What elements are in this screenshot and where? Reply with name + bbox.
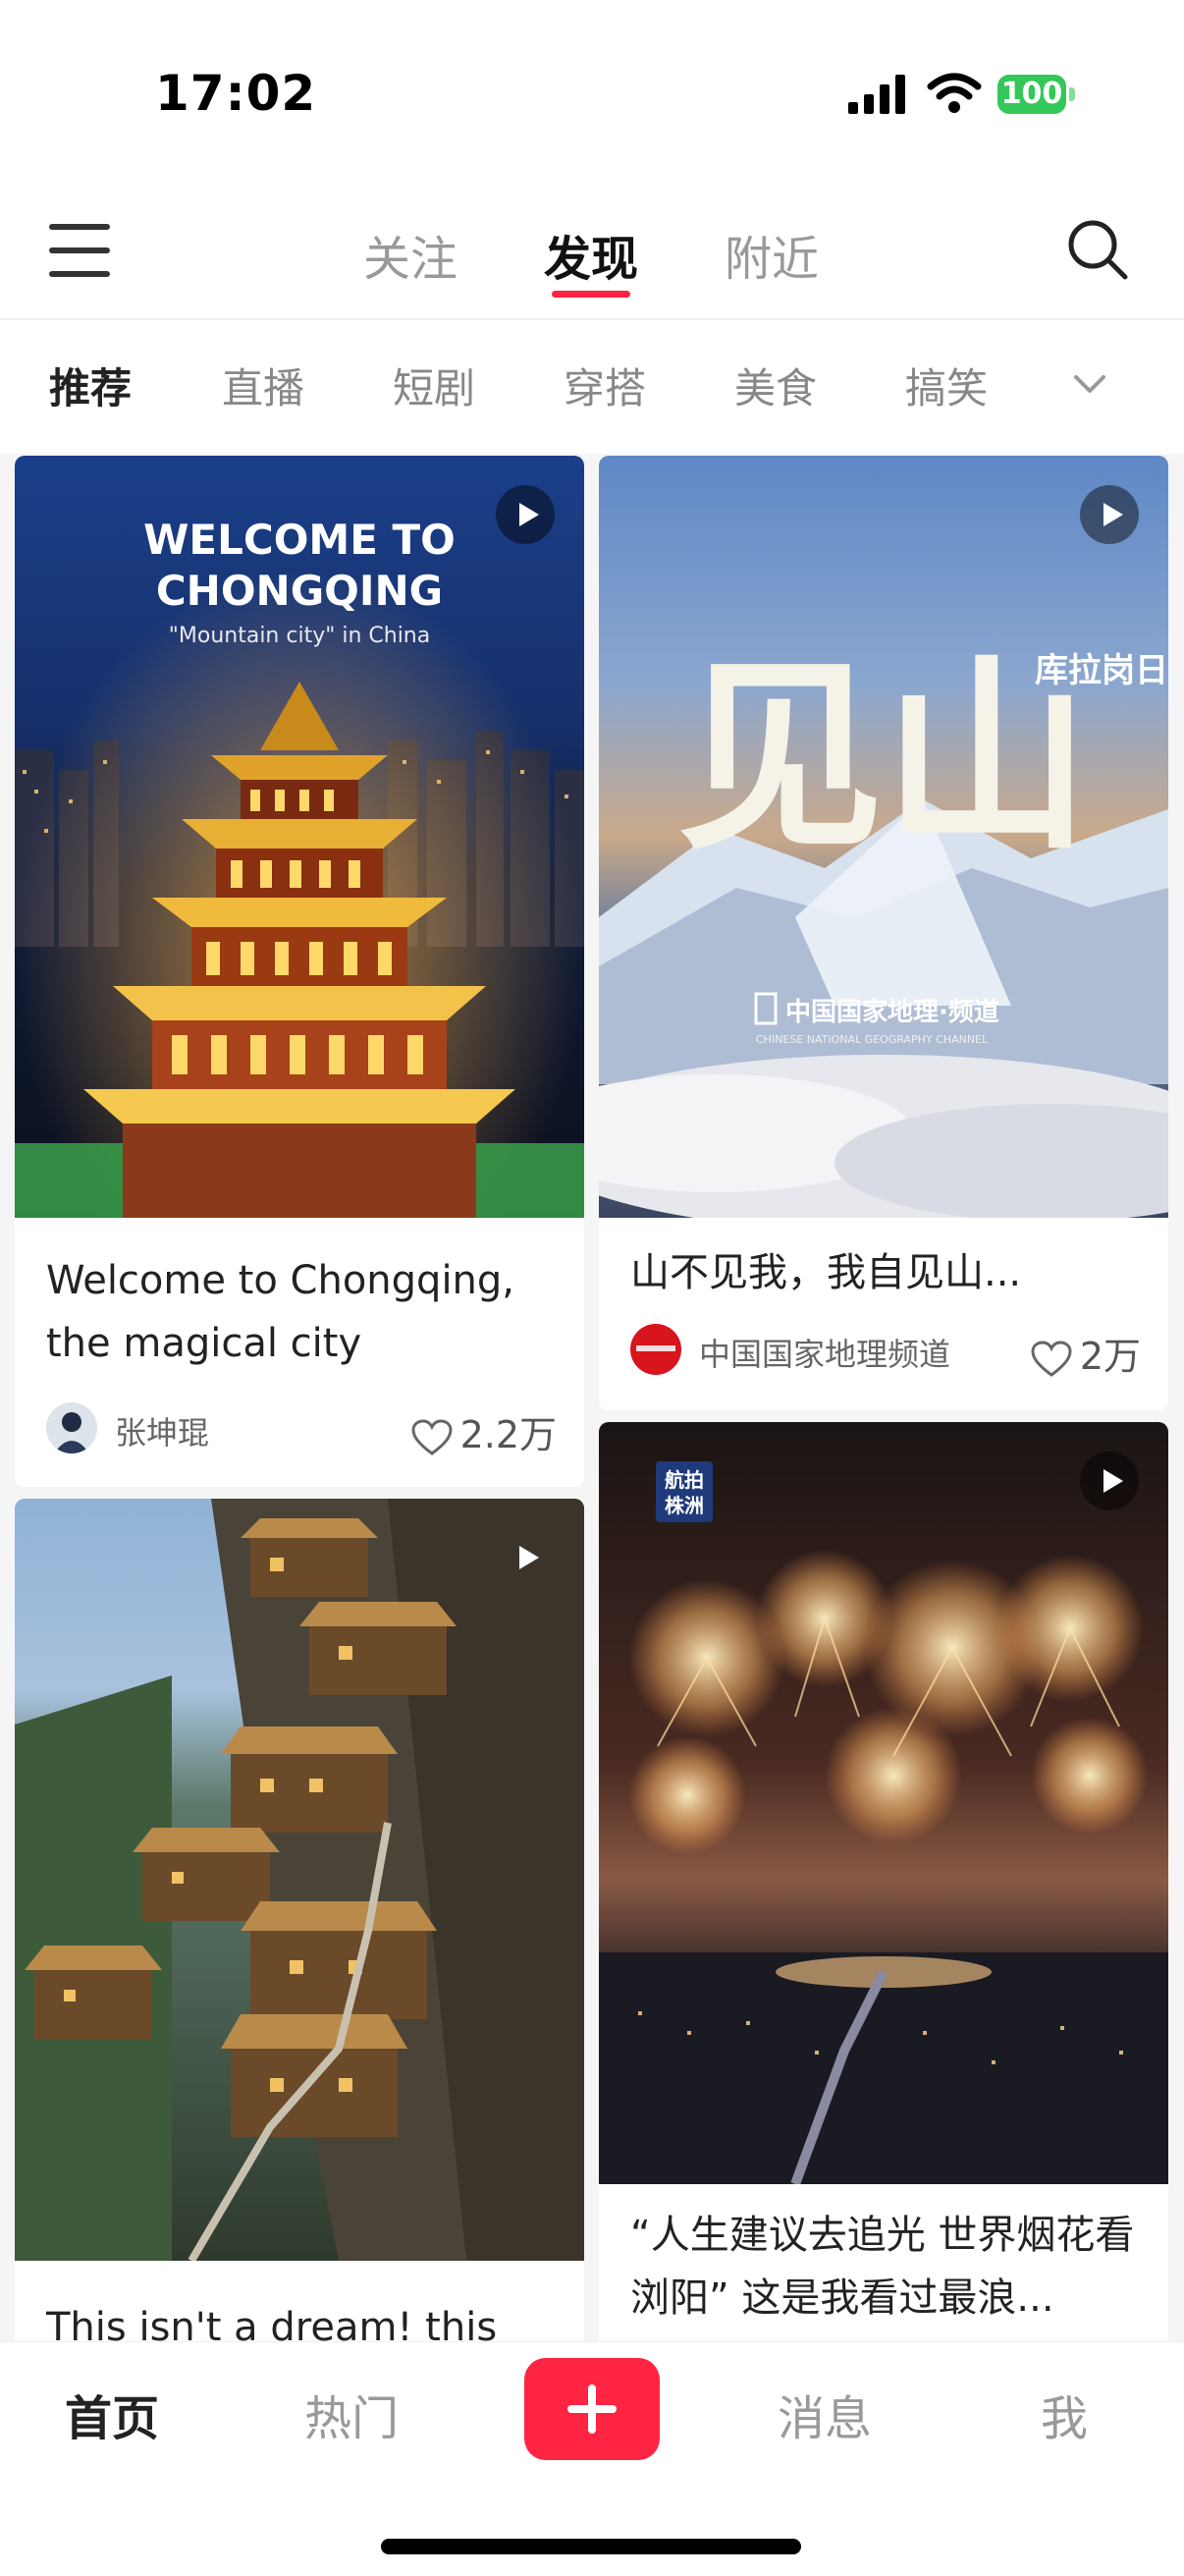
- cover-channel: 中国国家地理·频道: [785, 997, 999, 1027]
- tab-follow[interactable]: 关注: [363, 220, 457, 289]
- author-name[interactable]: 中国国家地理频道: [699, 1330, 950, 1375]
- card-meta: 中国国家地理频道 2万: [630, 1320, 1141, 1379]
- cover-side-text: 库拉岗日: [1035, 651, 1168, 690]
- chevron-down-icon[interactable]: [1060, 359, 1119, 409]
- search-icon[interactable]: [1066, 218, 1129, 281]
- feed-card[interactable]: 见山 库拉岗日 中国国家地理·频道 CHINESE NATIONAL GEOGR…: [599, 456, 1168, 1410]
- video-play-icon: [496, 1528, 555, 1587]
- like-count: 2万: [1079, 1335, 1141, 1378]
- tab-trending[interactable]: 热门: [304, 2380, 399, 2448]
- feed-card[interactable]: This isn't a dream! this: [15, 1499, 584, 2341]
- category-bar: 推荐 直播 短剧 穿搭 美食 搞笑: [0, 320, 1184, 448]
- card-cover-image: [15, 1499, 584, 2261]
- feed-card[interactable]: WELCOME TO CHONGQING "Mountain city" in …: [15, 456, 584, 1487]
- card-meta: 张坤琨 2.2万: [46, 1398, 557, 1457]
- card-cover-image: 见山 库拉岗日 中国国家地理·频道 CHINESE NATIONAL GEOGR…: [599, 456, 1168, 1218]
- category-food[interactable]: 美食: [734, 356, 817, 415]
- card-title: 山不见我，我自见山...: [630, 1250, 1022, 1295]
- status-bar: 17:02 100: [0, 0, 1184, 187]
- add-post-button[interactable]: [524, 2358, 660, 2460]
- cellular-signal-icon: [848, 75, 905, 114]
- category-short-drama[interactable]: 短剧: [393, 356, 475, 415]
- cover-title-line2: CHONGQING: [156, 567, 443, 615]
- cover-channel-en: CHINESE NATIONAL GEOGRAPHY CHANNEL: [756, 1033, 989, 1046]
- category-funny[interactable]: 搞笑: [905, 356, 988, 415]
- card-title: Welcome to Chongqing, the magical city: [46, 1258, 515, 1366]
- avatar[interactable]: [630, 1324, 681, 1375]
- cover-badge-line1: 航拍: [665, 1468, 704, 1492]
- wifi-icon: [927, 73, 982, 113]
- tab-nearby[interactable]: 附近: [725, 220, 819, 289]
- feed: WELCOME TO CHONGQING "Mountain city" in …: [0, 454, 1184, 2341]
- category-live[interactable]: 直播: [222, 356, 304, 415]
- heart-icon: [1031, 1340, 1072, 1377]
- author-name[interactable]: 张坤琨: [115, 1408, 209, 1453]
- tab-discover-label: 发现: [544, 232, 639, 287]
- card-cover-image: WELCOME TO CHONGQING "Mountain city" in …: [15, 456, 584, 1218]
- category-outfit[interactable]: 穿搭: [564, 356, 646, 415]
- video-play-icon: [1080, 485, 1139, 544]
- tab-messages[interactable]: 消息: [778, 2380, 872, 2448]
- like-button[interactable]: 2.2万: [411, 1404, 557, 1458]
- menu-icon[interactable]: [49, 224, 110, 279]
- avatar[interactable]: [46, 1402, 97, 1453]
- battery-level: 100: [997, 75, 1066, 114]
- status-time: 17:02: [155, 65, 317, 122]
- cover-badge-line2: 株洲: [665, 1494, 704, 1517]
- video-play-icon: [1080, 1452, 1139, 1510]
- category-recommend[interactable]: 推荐: [49, 356, 132, 415]
- feed-card[interactable]: 航拍 株洲 “人生建议去追光 世界烟花看浏阳” 这是我看过最浪...: [599, 1422, 1168, 2341]
- battery-icon: 100: [997, 75, 1076, 114]
- home-indicator: [381, 2539, 801, 2554]
- card-title: This isn't a dream! this: [46, 2305, 498, 2341]
- active-tab-indicator: [552, 291, 630, 298]
- cover-title-line1: WELCOME TO: [143, 516, 456, 564]
- like-count: 2.2万: [459, 1413, 557, 1456]
- cover-subtitle: "Mountain city" in China: [169, 624, 430, 648]
- top-nav: 关注 发现 附近: [0, 196, 1184, 320]
- card-cover-image: 航拍 株洲: [599, 1422, 1168, 2184]
- cover-title: 见山: [677, 637, 1090, 878]
- video-play-icon: [496, 485, 555, 544]
- bottom-tab-bar: 首页 热门 消息 我: [0, 2341, 1184, 2576]
- card-title: “人生建议去追光 世界烟花看浏阳” 这是我看过最浪...: [630, 2213, 1135, 2321]
- like-button[interactable]: 2万: [1031, 1326, 1141, 1380]
- tab-discover[interactable]: 发现: [544, 220, 639, 298]
- tab-me[interactable]: 我: [1041, 2380, 1088, 2448]
- heart-icon: [411, 1418, 453, 1455]
- tab-home[interactable]: 首页: [65, 2380, 159, 2448]
